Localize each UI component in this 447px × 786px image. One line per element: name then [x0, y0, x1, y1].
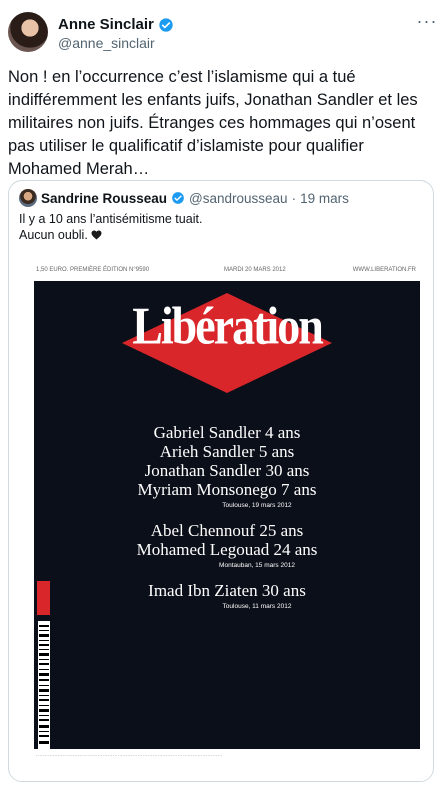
- newspaper-cover-image[interactable]: 1,50 EURO. PREMIÈRE ÉDITION N°9590 MARDI…: [10, 257, 432, 781]
- quote-separator: ·: [291, 190, 297, 206]
- cover-date: MARDI 20 MARS 2012: [224, 267, 286, 273]
- quote-date: 19 mars: [300, 190, 349, 206]
- cover-price: 1,50 EURO. PREMIÈRE ÉDITION N°9590: [36, 267, 150, 273]
- ellipsis-icon[interactable]: ···: [416, 12, 438, 36]
- quote-line-1: Il y a 10 ans l’antisémitisme tuait.: [19, 212, 203, 226]
- black-heart-icon: [91, 230, 102, 240]
- cover-top-bar: 1,50 EURO. PREMIÈRE ÉDITION N°9590 MARDI…: [36, 265, 416, 277]
- verified-badge-icon: [172, 192, 184, 204]
- tweet-header: Anne Sinclair @anne_sinclair ···: [0, 0, 447, 62]
- quote-text: Il y a 10 ans l’antisémitisme tuait. Auc…: [19, 211, 202, 243]
- masthead: Libération: [132, 296, 324, 355]
- verified-badge-icon: [159, 17, 173, 32]
- author-name[interactable]: Anne Sinclair: [58, 16, 154, 33]
- victim-name: Mohamed Legouad 24 ans: [136, 540, 318, 559]
- quoted-tweet[interactable]: Sandrine Rousseau @sandrousseau · 19 mar…: [8, 180, 434, 782]
- victim-name: Arieh Sandler 5 ans: [159, 442, 295, 461]
- quote-author-handle: @sandrousseau: [189, 190, 288, 206]
- victim-name: Jonathan Sandler 30 ans: [144, 461, 310, 480]
- quote-avatar: [19, 189, 37, 207]
- cover-page: Libération Gabriel Sandler 4 ans Arieh S…: [34, 281, 420, 749]
- cover-url: WWW.LIBERATION.FR: [352, 267, 416, 273]
- place-date: Toulouse, 19 mars 2012: [222, 502, 292, 509]
- barcode-icon: [38, 621, 50, 749]
- quote-author-name: Sandrine Rousseau: [41, 190, 168, 206]
- author-row: Anne Sinclair: [58, 16, 174, 33]
- victim-name: Gabriel Sandler 4 ans: [153, 423, 301, 442]
- tweet-text: Non ! en l’occurrence c’est l’islamisme …: [8, 68, 423, 178]
- place-date: Montauban, 15 mars 2012: [219, 562, 295, 569]
- place-date: Toulouse, 11 mars 2012: [222, 603, 292, 610]
- quote-header: Sandrine Rousseau @sandrousseau · 19 mar…: [19, 189, 349, 207]
- author-handle[interactable]: @anne_sinclair: [58, 35, 155, 51]
- victim-name: Abel Chennouf 25 ans: [150, 521, 304, 540]
- side-logo: [37, 581, 50, 615]
- victim-name: Imad Ibn Ziaten 30 ans: [148, 581, 306, 600]
- victim-name: Myriam Monsonego 7 ans: [137, 480, 317, 499]
- victims-list: Gabriel Sandler 4 ans Arieh Sandler 5 an…: [34, 423, 420, 622]
- cover-footer: ········································…: [36, 753, 223, 759]
- avatar[interactable]: [8, 12, 48, 52]
- quote-line-2: Aucun oubli.: [19, 228, 88, 242]
